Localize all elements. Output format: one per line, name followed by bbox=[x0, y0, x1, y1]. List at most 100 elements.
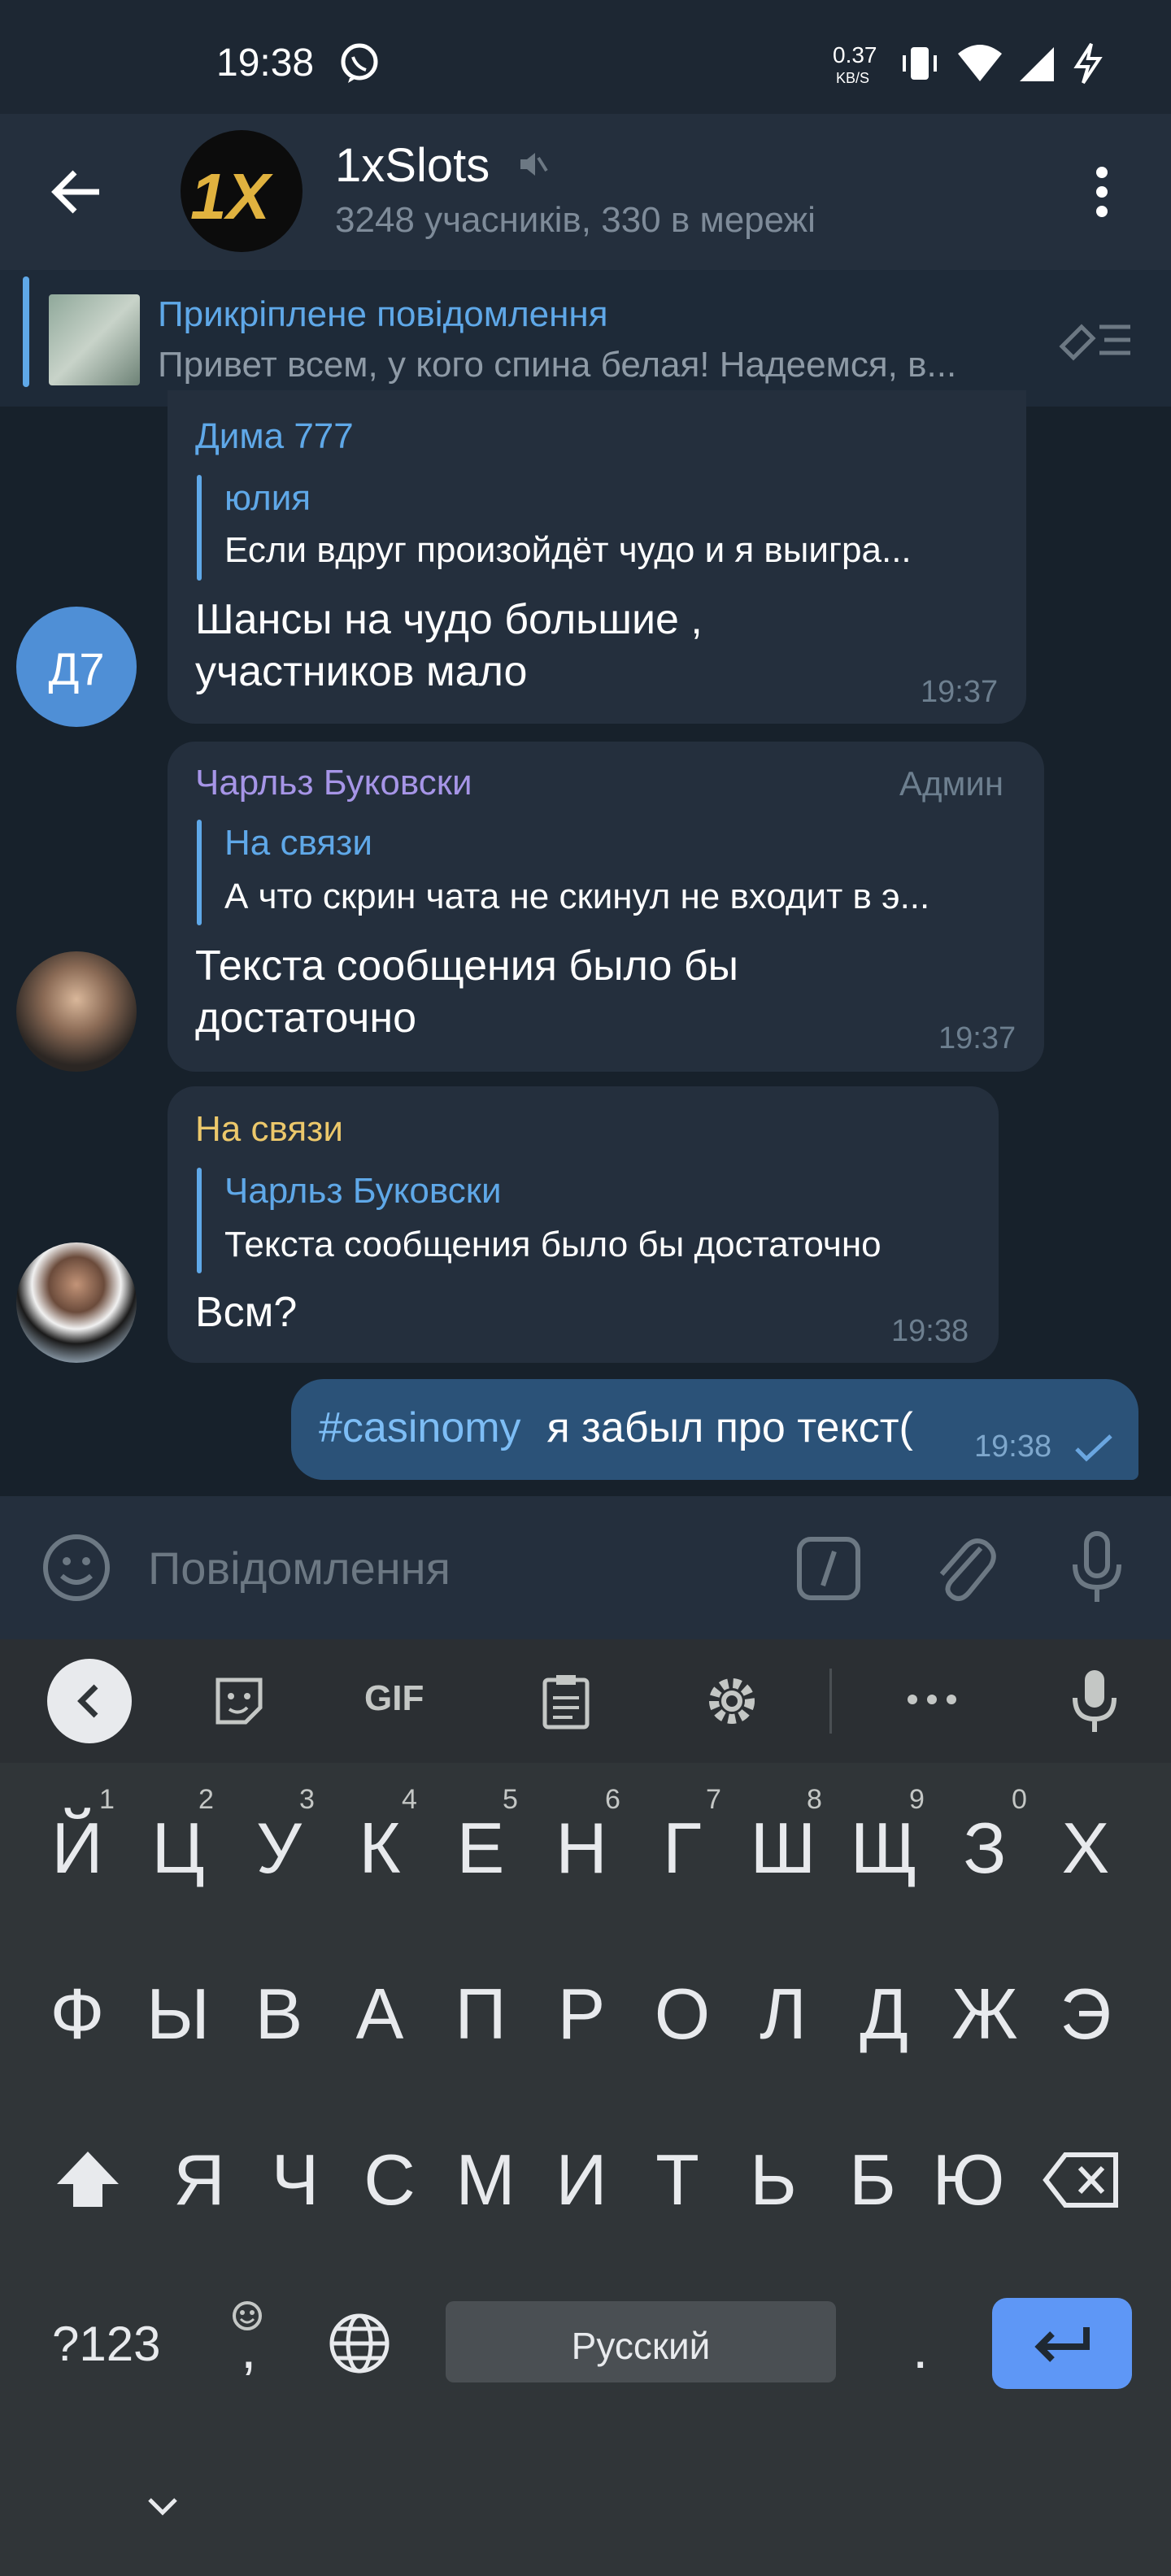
key-hint: 6 bbox=[605, 1784, 620, 1815]
wifi-icon bbox=[956, 42, 1003, 87]
shift-key-icon[interactable] bbox=[54, 2148, 122, 2214]
message-time: 19:37 bbox=[921, 675, 999, 709]
message-text-line: Текста сообщения было бы bbox=[195, 942, 739, 990]
space-bar[interactable]: Русский bbox=[446, 2301, 836, 2382]
key-т[interactable]: Т bbox=[633, 2139, 722, 2221]
key-ь[interactable]: Ь bbox=[729, 2139, 818, 2221]
message-bubble[interactable]: Чарльз Буковски Админ На связи А что скр… bbox=[168, 742, 1044, 1072]
key-л[interactable]: Л bbox=[738, 1973, 828, 2056]
key-hint: 0 bbox=[1012, 1784, 1027, 1815]
charging-icon bbox=[1072, 42, 1104, 89]
reply-quote-text[interactable]: Текста сообщения было бы достаточно bbox=[224, 1225, 981, 1265]
key-о[interactable]: О bbox=[638, 1973, 727, 2056]
message-bubble[interactable]: Дима 777 юлия Если вдруг произойдёт чудо… bbox=[168, 390, 1026, 724]
key-г[interactable]: Г bbox=[638, 1807, 727, 1890]
message-sender[interactable]: Дима 777 bbox=[195, 416, 354, 457]
reply-quote-text[interactable]: А что скрин чата не скинул не входит в э… bbox=[224, 877, 1025, 917]
more-horizontal-icon[interactable] bbox=[906, 1693, 958, 1710]
avatar[interactable]: Д7 bbox=[16, 607, 137, 727]
sticker-icon[interactable] bbox=[213, 1675, 265, 1731]
comma-key[interactable]: , bbox=[241, 2316, 256, 2381]
message-hashtag[interactable]: #casinomy bbox=[319, 1403, 521, 1452]
net-speed-unit: KB/S bbox=[836, 70, 870, 86]
key-и[interactable]: И bbox=[537, 2139, 626, 2221]
reply-quote-name[interactable]: Чарльз Буковски bbox=[224, 1171, 502, 1212]
key-н[interactable]: Н bbox=[537, 1807, 626, 1890]
chevron-left-icon bbox=[77, 1684, 98, 1718]
key-п[interactable]: П bbox=[436, 1973, 525, 2056]
message-sender[interactable]: Чарльз Буковски bbox=[195, 763, 472, 803]
avatar[interactable] bbox=[16, 951, 137, 1072]
key-с[interactable]: С bbox=[345, 2139, 434, 2221]
admin-badge: Админ bbox=[899, 764, 1004, 803]
chat-title[interactable]: 1xSlots bbox=[335, 138, 490, 193]
pinned-thumbnail bbox=[49, 294, 140, 385]
key-з[interactable]: З bbox=[940, 1807, 1030, 1890]
key-э[interactable]: Э bbox=[1041, 1973, 1130, 2056]
pinned-list-icon[interactable] bbox=[1057, 314, 1135, 370]
key-я[interactable]: Я bbox=[155, 2139, 244, 2221]
key-р[interactable]: Р bbox=[537, 1973, 626, 2056]
key-х[interactable]: Х bbox=[1041, 1807, 1130, 1890]
key-у[interactable]: У bbox=[234, 1807, 324, 1890]
bot-command-icon[interactable] bbox=[795, 1535, 862, 1606]
key-ж[interactable]: Ж bbox=[940, 1973, 1030, 2056]
key-hint: 2 bbox=[198, 1784, 214, 1815]
language-globe-icon[interactable] bbox=[327, 2311, 392, 2380]
key-ц[interactable]: Ц bbox=[133, 1807, 223, 1890]
message-time: 19:38 bbox=[891, 1314, 969, 1348]
gif-button[interactable]: GIF bbox=[364, 1678, 424, 1719]
backspace-icon[interactable] bbox=[1043, 2152, 1121, 2213]
key-щ[interactable]: Щ bbox=[839, 1807, 929, 1890]
more-options-icon[interactable] bbox=[1090, 166, 1114, 222]
key-й[interactable]: Й bbox=[33, 1807, 122, 1890]
reply-quote-name[interactable]: На связи bbox=[224, 823, 372, 864]
reply-quote-name[interactable]: юлия bbox=[224, 478, 311, 519]
message-text-line: участников мало bbox=[195, 648, 528, 695]
chat-subtitle: 3248 учасників, 330 в мережі bbox=[335, 200, 816, 240]
key-ы[interactable]: Ы bbox=[133, 1973, 223, 2056]
back-arrow-icon[interactable] bbox=[50, 166, 102, 222]
microphone-icon[interactable] bbox=[1069, 1530, 1125, 1609]
key-к[interactable]: К bbox=[335, 1807, 424, 1890]
message-sender[interactable]: На связи bbox=[195, 1109, 343, 1150]
reply-quote-bar bbox=[197, 820, 202, 925]
key-д[interactable]: Д bbox=[839, 1973, 929, 2056]
key-ю[interactable]: Ю bbox=[924, 2139, 1013, 2221]
chat-header: 1X 1xSlots 3248 учасників, 330 в мережі bbox=[0, 114, 1171, 270]
key-м[interactable]: М bbox=[441, 2139, 530, 2221]
reply-quote-bar bbox=[197, 1168, 202, 1273]
settings-gear-icon[interactable] bbox=[703, 1672, 761, 1734]
key-hint: 9 bbox=[909, 1784, 925, 1815]
viber-icon bbox=[338, 42, 381, 89]
attach-icon[interactable] bbox=[932, 1532, 997, 1608]
key-ф[interactable]: Ф bbox=[33, 1973, 122, 2056]
hide-keyboard-chevron-icon[interactable] bbox=[145, 2495, 181, 2522]
net-speed-value: 0.37 bbox=[833, 42, 877, 67]
symbols-key[interactable]: ?123 bbox=[52, 2316, 160, 2372]
key-б[interactable]: Б bbox=[828, 2139, 917, 2221]
keyboard-collapse-button[interactable] bbox=[47, 1659, 132, 1743]
avatar[interactable] bbox=[16, 1242, 137, 1363]
message-input[interactable]: Повідомлення bbox=[148, 1542, 451, 1595]
key-ш[interactable]: Ш bbox=[738, 1807, 828, 1890]
message-bubble[interactable]: На связи Чарльз Буковски Текста сообщени… bbox=[168, 1086, 999, 1363]
enter-key[interactable] bbox=[992, 2298, 1132, 2389]
key-ч[interactable]: Ч bbox=[250, 2139, 340, 2221]
emoji-icon[interactable] bbox=[41, 1532, 112, 1608]
message-input-bar: Повідомлення bbox=[0, 1496, 1171, 1639]
enter-icon bbox=[1034, 2327, 1090, 2362]
clipboard-icon[interactable] bbox=[540, 1672, 592, 1734]
reply-quote-text[interactable]: Если вдруг произойдёт чудо и я выигра... bbox=[224, 530, 1005, 571]
outgoing-message-bubble[interactable]: #casinomy я забыл про текст( 19:38 bbox=[291, 1379, 1138, 1480]
key-а[interactable]: А bbox=[335, 1973, 424, 2056]
key-е[interactable]: Е bbox=[436, 1807, 525, 1890]
pinned-title: Прикріплене повідомлення bbox=[158, 294, 608, 334]
key-hint: 7 bbox=[706, 1784, 721, 1815]
pinned-message-bar[interactable]: Прикріплене повідомлення Привет всем, у … bbox=[0, 270, 1171, 407]
voice-input-icon[interactable] bbox=[1070, 1667, 1119, 1739]
key-в[interactable]: В bbox=[234, 1973, 324, 2056]
message-text-line: Шансы на чудо большие , bbox=[195, 596, 703, 643]
channel-avatar[interactable]: 1X bbox=[181, 130, 303, 252]
period-key[interactable]: . bbox=[912, 2316, 928, 2381]
